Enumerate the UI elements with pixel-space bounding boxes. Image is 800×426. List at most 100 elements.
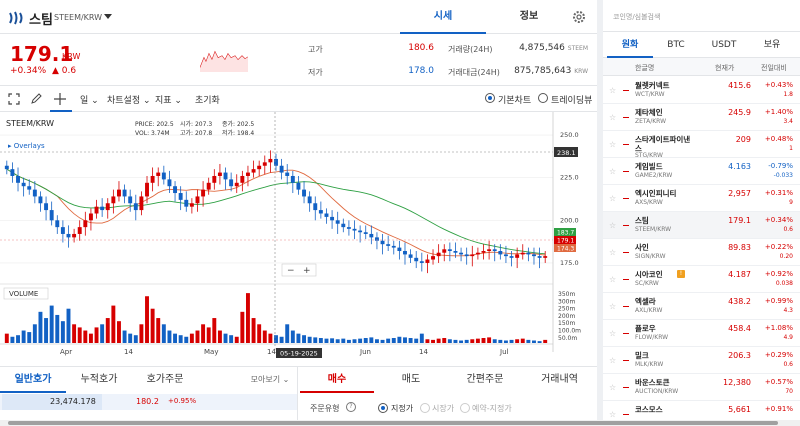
trend-dash: [623, 117, 629, 118]
volume-bar: [341, 338, 346, 343]
candle-body: [245, 172, 250, 176]
tab-btc[interactable]: BTC: [653, 32, 699, 58]
coin-change-pct: +0.43%: [764, 81, 793, 89]
star-icon[interactable]: ☆: [609, 113, 616, 122]
zoom-out-icon[interactable]: −: [287, 266, 295, 276]
tab-buy[interactable]: 매수: [300, 367, 374, 393]
candlestick-chart[interactable]: STEEM/KRW ▸ Overlays PRICE: 202.5 시가: 20…: [0, 112, 597, 362]
y-tick-label: 200.0: [560, 216, 579, 224]
indicator-button[interactable]: 지표 ⌄: [155, 93, 182, 106]
market-row[interactable]: ☆ 월렛커넥트 WCT/KRW 415.6 +0.43% 1.8: [603, 77, 800, 104]
tab-sell[interactable]: 매도: [374, 367, 448, 393]
header-price[interactable]: 현재가: [715, 63, 734, 73]
star-icon[interactable]: ☆: [609, 167, 616, 176]
zoom-in-icon[interactable]: +: [303, 266, 311, 276]
candle-body: [55, 220, 60, 228]
coin-search[interactable]: 코인명/심볼검색: [603, 0, 800, 32]
fullscreen-icon[interactable]: [8, 93, 20, 105]
market-row[interactable]: ☆ 스팀 STEEM/KRW 179.1 +0.34% 0.6: [603, 212, 800, 239]
star-icon[interactable]: ☆: [609, 86, 616, 95]
star-icon[interactable]: ☆: [609, 221, 616, 230]
tab-orderbook-order[interactable]: 호가주문: [132, 367, 198, 393]
market-row[interactable]: ☆ 시아코인! SC/KRW 4.187 +0.92% 0.038: [603, 266, 800, 293]
pencil-icon[interactable]: [30, 93, 42, 105]
candle-body: [161, 172, 166, 180]
volume-bar: [352, 339, 357, 343]
market-order-label: 시장가: [432, 404, 455, 413]
reset-button[interactable]: 초기화: [195, 93, 220, 106]
tab-usdt[interactable]: USDT: [701, 32, 747, 58]
market-row[interactable]: ☆ 게임빌드 GAME2/KRW 4.163 -0.79% -0.033: [603, 158, 800, 185]
market-order-radio[interactable]: [420, 403, 430, 413]
tab-history[interactable]: 거래내역: [522, 367, 597, 393]
candle-body: [44, 203, 49, 211]
low-value: 178.0: [408, 66, 434, 76]
crosshair-icon[interactable]: [54, 93, 66, 105]
scrollbar-thumb[interactable]: [8, 421, 778, 425]
order-section: 일반호가 누적호가 호가주문 모아보기 ⌄ 매수 매도 간편주문 거래내역 23…: [0, 366, 597, 426]
market-row[interactable]: ☆ 엑셀라 AXL/KRW 438.2 +0.99% 4.3: [603, 293, 800, 320]
volume-label: 거래량(24H): [448, 45, 493, 54]
market-row[interactable]: ☆ 사인 SIGN/KRW 89.83 +0.22% 0.20: [603, 239, 800, 266]
period-select[interactable]: 일 ⌄: [80, 93, 99, 106]
candle-body: [318, 210, 323, 214]
market-row[interactable]: ☆ 엑시인피니티 AXS/KRW 2,957 +0.31% 9: [603, 185, 800, 212]
market-row[interactable]: ☆ 플로우 FLOW/KRW 458.4 +1.08% 4.9: [603, 320, 800, 347]
market-row[interactable]: ☆ 제타체인 ZETA/KRW 245.9 +1.40% 3.4: [603, 104, 800, 131]
star-icon[interactable]: ☆: [609, 383, 616, 392]
volume-bar: [161, 324, 166, 343]
zoom-controls[interactable]: − +: [281, 263, 317, 277]
volume-tick-label: 150m: [558, 320, 575, 327]
star-icon[interactable]: ☆: [609, 194, 616, 203]
tab-krw[interactable]: 원화: [607, 32, 653, 58]
star-icon[interactable]: ☆: [609, 275, 616, 284]
search-input[interactable]: 코인명/심볼검색: [613, 12, 660, 22]
volume-bar: [257, 324, 262, 343]
volume-bar: [4, 333, 9, 343]
volume-bar: [391, 338, 396, 343]
orderbook-row[interactable]: 23,474.178 180.2 +0.95%: [0, 394, 297, 410]
star-icon[interactable]: ☆: [609, 248, 616, 257]
header-change[interactable]: 전일대비: [761, 63, 787, 73]
reserve-order-radio[interactable]: [460, 403, 470, 413]
header-name[interactable]: 한글명: [635, 63, 654, 73]
tab-cumulative-orderbook[interactable]: 누적호가: [66, 367, 132, 393]
horizontal-scrollbar[interactable]: [0, 420, 800, 426]
coin-change-abs: 3.4: [783, 118, 793, 125]
overlays-toggle[interactable]: ▸ Overlays: [8, 142, 45, 150]
tab-quick-order[interactable]: 간편주문: [448, 367, 522, 393]
star-icon[interactable]: ☆: [609, 329, 616, 338]
tab-normal-orderbook[interactable]: 일반호가: [0, 367, 66, 393]
star-icon[interactable]: ☆: [609, 410, 616, 419]
volume-bar: [117, 321, 121, 343]
gear-icon[interactable]: [571, 9, 587, 25]
star-icon[interactable]: ☆: [609, 302, 616, 311]
market-row[interactable]: ☆ 스타게이트파이낸스 STG/KRW 209 +0.48% 1: [603, 131, 800, 159]
coin-name: 스팀: [635, 216, 649, 225]
chevron-down-icon[interactable]: [104, 14, 112, 19]
candle-body: [173, 186, 178, 194]
star-icon[interactable]: ☆: [609, 356, 616, 365]
basic-chart-radio[interactable]: [485, 93, 495, 103]
candle-body: [492, 249, 497, 252]
view-more-select[interactable]: 모아보기 ⌄: [245, 367, 295, 393]
tab-info[interactable]: 정보: [486, 0, 572, 34]
tab-holdings[interactable]: 보유: [749, 32, 795, 58]
volume-bar: [72, 324, 77, 343]
price-summary: 179.1 KRW +0.34% ▲ 0.6 고가 180.6 저가 178.0…: [0, 34, 597, 86]
market-row[interactable]: ☆ 밀크 MLK/KRW 206.3 +0.29% 0.6: [603, 347, 800, 374]
tab-price[interactable]: 시세: [400, 0, 486, 34]
high-value: 180.6: [408, 43, 434, 53]
volume-bar: [425, 339, 430, 343]
candle-body: [77, 227, 82, 234]
star-icon[interactable]: ☆: [609, 140, 616, 149]
market-row[interactable]: ☆ 바운스토큰 AUCTION/KRW 12,380 +0.57% 70: [603, 374, 800, 401]
help-icon[interactable]: ?: [346, 402, 356, 412]
coin-change-abs: 1: [789, 145, 793, 152]
limit-order-radio[interactable]: [378, 403, 388, 413]
candle-body: [133, 203, 138, 211]
candle-body: [38, 196, 43, 204]
volume-value: 4,875,546 STEEM: [519, 43, 588, 53]
trading-view-radio[interactable]: [538, 93, 548, 103]
chart-settings-button[interactable]: 차트설정 ⌄: [107, 93, 151, 106]
